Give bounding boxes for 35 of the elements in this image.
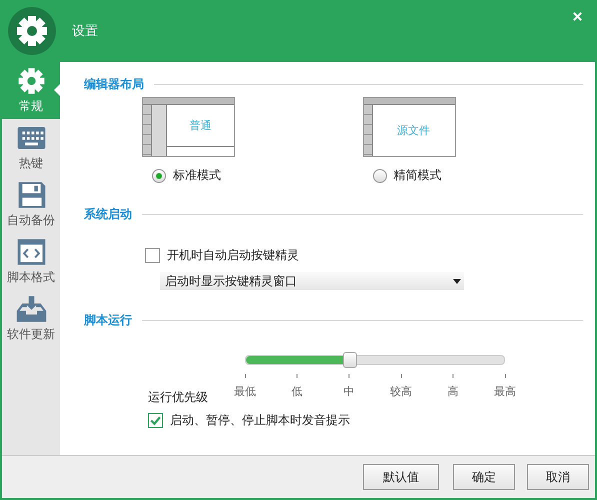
section-title: 脚本运行 xyxy=(84,312,132,329)
dialog-button[interactable]: 取消 xyxy=(527,464,589,490)
radio-button[interactable] xyxy=(372,168,386,182)
sidebar-item[interactable]: 热键 xyxy=(2,119,60,176)
sidebar-item[interactable]: 常规 xyxy=(2,62,60,119)
sidebar-item[interactable]: 软件更新 xyxy=(2,290,60,347)
section-title: 系统启动 xyxy=(84,206,132,223)
tick-label: 中 xyxy=(344,384,354,399)
checkbox[interactable] xyxy=(145,248,160,263)
preview-label: 普通 xyxy=(188,118,212,134)
section-title: 编辑器布局 xyxy=(84,76,144,93)
tick-label: 最低 xyxy=(234,384,256,399)
dropdown[interactable]: 启动时显示按键精灵窗口 xyxy=(160,272,464,290)
preview-label: 源文件 xyxy=(396,123,431,139)
tick-label: 最高 xyxy=(494,384,516,399)
tick-label: 高 xyxy=(448,384,458,399)
priority-slider[interactable] xyxy=(245,355,505,365)
checkbox[interactable] xyxy=(148,413,163,428)
tick-label: 低 xyxy=(292,384,302,399)
radio-label: 精简模式 xyxy=(394,167,442,184)
radio-button[interactable] xyxy=(152,168,166,182)
checkbox-label: 开机时自动启动按键精灵 xyxy=(167,247,299,264)
tick-label: 较高 xyxy=(390,384,412,399)
close-icon[interactable] xyxy=(572,11,583,22)
sidebar-item[interactable]: 自动备份 xyxy=(2,176,60,233)
download-tray-icon xyxy=(14,294,48,324)
dialog-button[interactable]: 默认值 xyxy=(363,464,439,490)
caret-icon xyxy=(453,278,461,284)
checkbox-label: 启动、暂停、停止脚本时发音提示 xyxy=(170,412,350,429)
window-title: 设置 xyxy=(72,23,99,40)
radio-label: 标准模式 xyxy=(173,167,221,184)
gear-logo-icon xyxy=(8,7,56,55)
priority-label: 运行优先级 xyxy=(148,389,208,406)
dialog-button[interactable]: 确定 xyxy=(453,464,515,490)
sidebar-item[interactable]: 脚本格式 xyxy=(2,233,60,290)
